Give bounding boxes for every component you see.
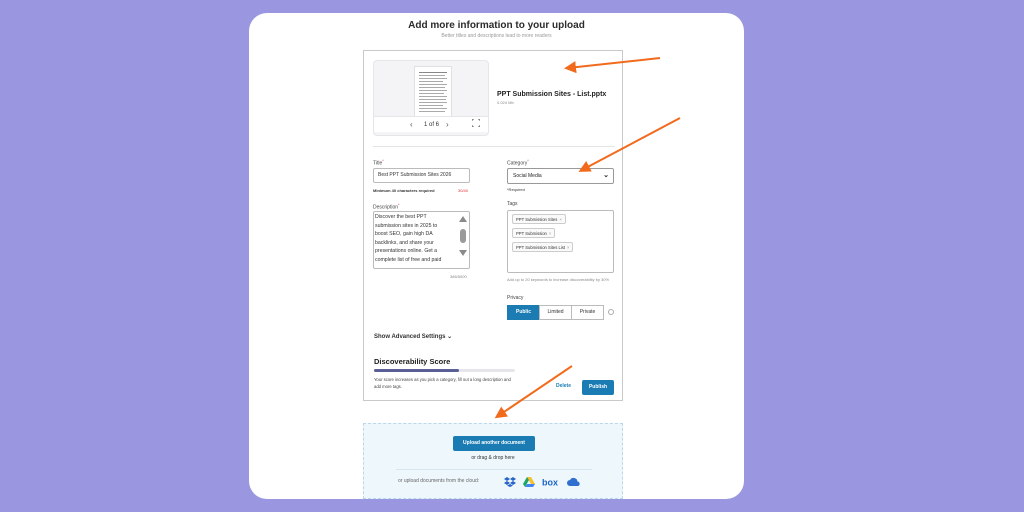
arrow-to-category xyxy=(578,117,681,172)
annotation-arrows xyxy=(494,57,681,419)
arrow-to-file-name xyxy=(564,57,661,74)
arrow-to-upload xyxy=(494,365,573,419)
